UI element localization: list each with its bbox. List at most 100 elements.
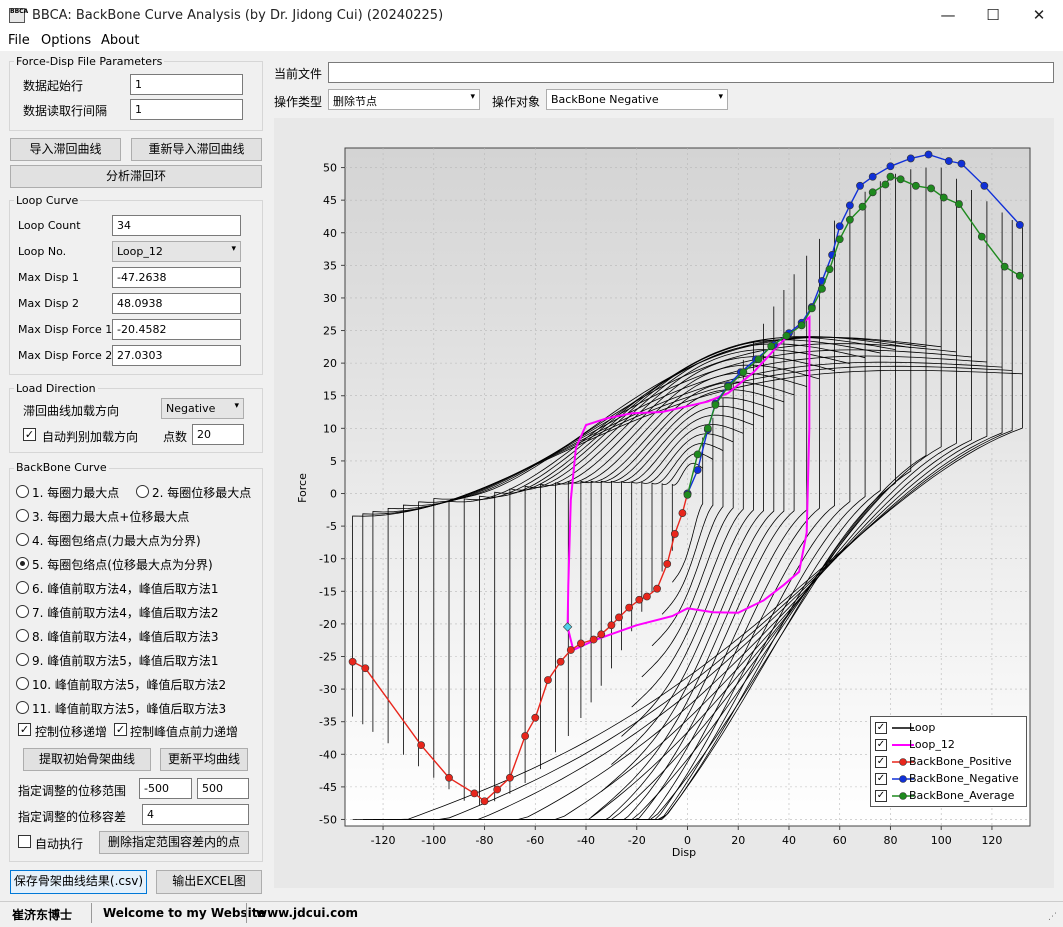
save-csv-button[interactable]: 保存骨架曲线结果(.csv) [10, 870, 147, 894]
auto-exec-checkbox[interactable] [18, 835, 31, 848]
reimport-loop-button[interactable]: 重新导入滞回曲线 [131, 138, 262, 161]
backbone-average-point [886, 172, 895, 181]
max-disp-1-input[interactable]: -47.2638 [112, 267, 241, 288]
backbone-average-point [911, 181, 920, 190]
chart-legend: ✓ Loop ✓ Loop_12 ✓ BackBone_Positive ✓ BackBone… [870, 716, 1027, 807]
close-button[interactable]: ✕ [1016, 0, 1062, 31]
loop-no-select[interactable]: Loop_12 ▾ [112, 241, 241, 262]
method-label-9: 9. 峰值前取方法5，峰值后取方法1 [32, 654, 219, 668]
menu-file[interactable]: File [8, 33, 30, 48]
legend-checkbox[interactable]: ✓ [875, 756, 887, 768]
y-tick-label: -45 [319, 781, 337, 794]
backbone-average-point [845, 215, 854, 224]
auto-direction-checkbox[interactable]: ✓ [23, 428, 36, 441]
max-disp-force-1-input[interactable]: -20.4582 [112, 319, 241, 340]
current-file-input[interactable] [328, 62, 1054, 83]
backbone-positive-point [607, 621, 616, 630]
y-tick-label: 30 [323, 292, 337, 305]
method-label-3: 3. 每圈力最大点+位移最大点 [32, 510, 190, 524]
website-text: www.jdcui.com [256, 906, 358, 920]
legend-checkbox[interactable]: ✓ [875, 790, 887, 802]
legend-backbone-negative[interactable]: ✓ BackBone_Negative [875, 772, 1025, 788]
legend-backbone-positive[interactable]: ✓ BackBone_Positive [875, 755, 1025, 771]
backbone-positive-point [597, 630, 606, 639]
points-input[interactable]: 20 [192, 424, 244, 445]
method-radio-5[interactable] [16, 557, 29, 570]
legend-loop-12[interactable]: ✓ Loop_12 [875, 738, 1025, 754]
load-direction-value: Negative [166, 402, 216, 415]
chevron-down-icon: ▾ [234, 401, 239, 411]
op-target-select[interactable]: BackBone Negative ▾ [546, 89, 728, 110]
legend-label: BackBone_Average [909, 789, 1015, 802]
welcome-text: Welcome to my Website [103, 906, 266, 920]
resize-grip-icon[interactable]: ⋰ [1048, 912, 1057, 922]
delete-points-button[interactable]: 删除指定范围容差内的点 [99, 831, 249, 854]
tolerance-input[interactable]: 4 [142, 804, 249, 825]
method-radio-6[interactable] [16, 581, 29, 594]
backbone-negative-point [906, 154, 915, 163]
range-max-input[interactable]: 500 [197, 778, 249, 799]
update-average-button[interactable]: 更新平均曲线 [160, 748, 248, 771]
method-radio-2[interactable] [136, 485, 149, 498]
method-radio-7[interactable] [16, 605, 29, 618]
backbone-average-point [927, 184, 935, 193]
extract-backbone-button[interactable]: 提取初始骨架曲线 [23, 748, 151, 771]
method-radio-8[interactable] [16, 629, 29, 642]
import-loop-button[interactable]: 导入滞回曲线 [10, 138, 121, 161]
backbone-average-point [754, 355, 763, 364]
method-radio-3[interactable] [16, 509, 29, 522]
y-tick-label: 0 [330, 488, 337, 501]
load-direction-select[interactable]: Negative ▾ [161, 398, 244, 419]
backbone-positive-point [589, 635, 598, 644]
y-tick-label: 35 [323, 259, 337, 272]
legend-backbone-average[interactable]: ✓ BackBone_Average [875, 789, 1025, 805]
op-type-select[interactable]: 删除节点 ▾ [328, 89, 480, 110]
method-radio-9[interactable] [16, 653, 29, 666]
x-tick-label: -100 [421, 834, 446, 847]
backbone-average-point [939, 193, 948, 202]
analyze-loop-button[interactable]: 分析滞回环 [10, 165, 262, 188]
loop-count-input[interactable]: 34 [112, 215, 241, 236]
backbone-positive-point [577, 639, 585, 648]
chevron-down-icon: ▾ [231, 244, 236, 254]
legend-checkbox[interactable]: ✓ [875, 773, 887, 785]
range-min-input[interactable]: -500 [139, 778, 192, 799]
op-target-value: BackBone Negative [551, 93, 659, 106]
interval-input[interactable]: 1 [130, 99, 243, 120]
x-tick-label: -80 [476, 834, 494, 847]
method-radio-11[interactable] [16, 701, 29, 714]
backbone-average-point [703, 424, 712, 433]
max-disp-2-input[interactable]: 48.0938 [112, 293, 241, 314]
menu-about[interactable]: About [101, 33, 139, 48]
legend-checkbox[interactable]: ✓ [875, 722, 887, 734]
file-params-group [9, 61, 263, 131]
minimize-button[interactable]: — [925, 0, 971, 31]
file-params-title: Force-Disp File Parameters [14, 55, 165, 68]
start-row-input[interactable]: 1 [130, 74, 243, 95]
y-tick-label: -5 [326, 520, 337, 533]
method-label-4: 4. 每圈包络点(力最大点为分界) [32, 534, 201, 548]
legend-checkbox[interactable]: ✓ [875, 739, 887, 751]
backbone-average-point [955, 200, 963, 208]
auto-direction-label: 自动判别加载方向 [42, 430, 139, 444]
y-tick-label: -25 [319, 651, 337, 664]
maximize-button[interactable]: ☐ [970, 0, 1016, 31]
control-disp-checkbox[interactable]: ✓ [18, 723, 31, 736]
legend-loop[interactable]: ✓ Loop [875, 721, 1025, 737]
backbone-average-point [1000, 262, 1009, 271]
method-radio-10[interactable] [16, 677, 29, 690]
y-tick-label: -20 [319, 618, 337, 631]
backbone-average-point [739, 368, 748, 377]
backbone-positive-point [625, 603, 634, 612]
backbone-positive-point [635, 595, 644, 604]
method-radio-1[interactable] [16, 485, 29, 498]
y-tick-label: -50 [319, 813, 337, 826]
max-disp-force-2-input[interactable]: 27.0303 [112, 345, 241, 366]
chevron-down-icon: ▾ [470, 92, 475, 102]
method-label-1: 1. 每圈力最大点 [32, 486, 120, 500]
export-excel-button[interactable]: 输出EXCEL图 [156, 870, 262, 894]
control-force-checkbox[interactable]: ✓ [114, 723, 127, 736]
method-radio-4[interactable] [16, 533, 29, 546]
y-tick-label: 10 [323, 422, 337, 435]
menu-options[interactable]: Options [41, 33, 91, 48]
